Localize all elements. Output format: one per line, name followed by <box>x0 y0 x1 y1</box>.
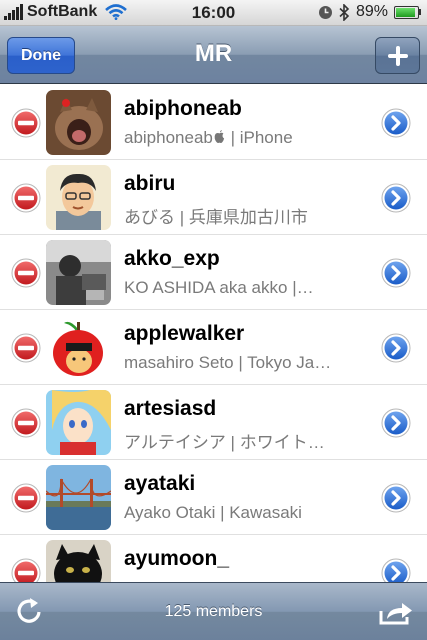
bluetooth-icon <box>339 3 350 21</box>
delete-icon[interactable] <box>11 108 41 138</box>
member-subtitle: masahiro Seto | Tokyo Ja… <box>124 353 332 372</box>
delete-icon[interactable] <box>11 258 41 288</box>
delete-icon[interactable] <box>11 483 41 513</box>
apple-icon <box>213 128 226 147</box>
avatar <box>46 240 111 305</box>
avatar <box>46 315 111 380</box>
avatar <box>46 165 111 230</box>
avatar <box>46 90 111 155</box>
page-title: MR <box>194 40 233 67</box>
member-username: abiru <box>124 172 176 195</box>
battery-percent: 89% <box>355 3 388 20</box>
delete-icon[interactable] <box>11 183 41 213</box>
disclosure-icon[interactable] <box>381 483 411 513</box>
avatar <box>46 390 111 455</box>
navigation-bar: Done MR <box>0 26 427 84</box>
list-item[interactable]: akko_exp KO ASHIDA aka akko |… <box>0 235 427 310</box>
clock-icon <box>318 5 332 19</box>
list-item[interactable]: abiru あびる | 兵庫県加古川市 <box>0 160 427 235</box>
plus-icon <box>387 45 408 66</box>
list-item[interactable]: abiphoneab abiphoneab | iPhone <box>0 85 427 160</box>
members-count: 125 members <box>164 603 263 620</box>
member-subtitle: あびる | 兵庫県加古川市 <box>124 208 308 227</box>
bottom-toolbar: 125 members <box>0 582 427 640</box>
status-bar: SoftBank 16:00 89% <box>0 0 427 26</box>
member-subtitle: KO ASHIDA aka akko |… <box>124 278 314 297</box>
member-username: akko_exp <box>124 247 220 270</box>
subtitle-rest: | iPhone <box>225 128 293 147</box>
avatar <box>46 465 111 530</box>
list-item[interactable]: artesiasd アルテイシア | ホワイト… <box>0 385 427 460</box>
member-username: ayataki <box>124 472 196 495</box>
member-subtitle: アルテイシア | ホワイト… <box>124 433 325 452</box>
member-username: ayumoon_ <box>124 547 230 570</box>
disclosure-icon[interactable] <box>381 108 411 138</box>
battery-icon <box>394 5 421 19</box>
disclosure-icon[interactable] <box>381 183 411 213</box>
share-icon[interactable] <box>378 597 414 627</box>
member-subtitle: abiphoneab | iPhone <box>124 128 360 148</box>
delete-icon[interactable] <box>11 558 41 582</box>
delete-icon[interactable] <box>11 333 41 363</box>
subtitle-handle: abiphoneab <box>124 128 213 147</box>
member-username: abiphoneab <box>124 97 242 120</box>
member-subtitle: Ayako Otaki | Kawasaki <box>124 503 302 522</box>
delete-icon[interactable] <box>11 408 41 438</box>
member-username: artesiasd <box>124 397 217 420</box>
member-username: applewalker <box>124 322 245 345</box>
avatar <box>46 540 111 582</box>
disclosure-icon[interactable] <box>381 333 411 363</box>
list-item[interactable]: ayumoon_ <box>0 535 427 582</box>
add-button[interactable] <box>375 37 420 74</box>
list-item[interactable]: applewalker masahiro Seto | Tokyo Ja… <box>0 310 427 385</box>
disclosure-icon[interactable] <box>381 408 411 438</box>
disclosure-icon[interactable] <box>381 258 411 288</box>
member-list[interactable]: abiphoneab abiphoneab | iPhone abiru あびる | … <box>0 85 427 582</box>
disclosure-icon[interactable] <box>381 558 411 582</box>
list-item[interactable]: ayataki Ayako Otaki | Kawasaki <box>0 460 427 535</box>
